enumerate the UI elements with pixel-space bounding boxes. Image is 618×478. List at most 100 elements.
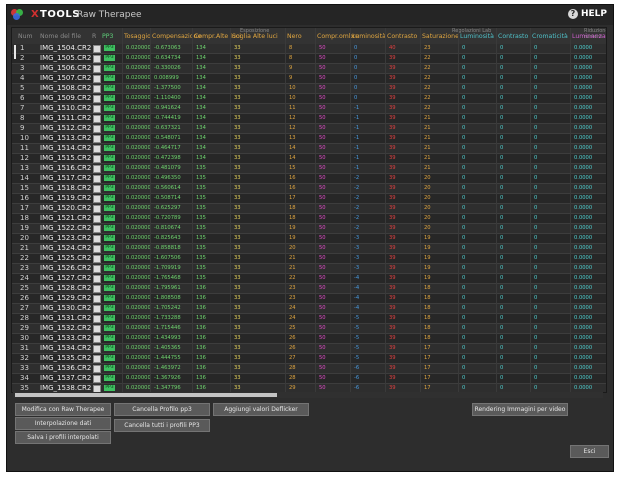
cell-cr[interactable]: 0 [534, 255, 537, 261]
cell-n[interactable]: 28 [289, 375, 296, 381]
cell-co[interactable]: 50 [319, 185, 326, 191]
cell-cr[interactable]: 0 [534, 145, 537, 151]
cell-lm[interactable]: 0.0000 [574, 205, 592, 211]
cell-t[interactable]: 0.020000 [126, 355, 151, 361]
cell-ll[interactable]: 0 [462, 205, 465, 211]
cell-co[interactable]: 50 [319, 45, 326, 51]
cell-hs[interactable]: 33 [234, 215, 241, 221]
cell-ha[interactable]: 134 [196, 75, 206, 81]
cell-hs[interactable]: 33 [234, 175, 241, 181]
cell-ha[interactable]: 135 [196, 225, 206, 231]
interpolazione-button[interactable]: Interpolazione dati [15, 417, 111, 430]
cell-cr[interactable]: 0 [534, 245, 537, 251]
cell-cr[interactable]: 0 [534, 115, 537, 121]
cell-l[interactable]: -2 [354, 215, 359, 221]
cell-lm[interactable]: 0.0000 [574, 385, 592, 391]
cell-ll[interactable]: 0 [462, 325, 465, 331]
cell-s[interactable]: 21 [424, 145, 431, 151]
cell-hs[interactable]: 33 [234, 55, 241, 61]
cell-co[interactable]: 50 [319, 325, 326, 331]
cell-s[interactable]: 18 [424, 325, 431, 331]
cell-lc[interactable]: 0 [500, 175, 503, 181]
cell-lc[interactable]: 0 [500, 255, 503, 261]
cell-ll[interactable]: 0 [462, 255, 465, 261]
cell-c[interactable]: -1.347796 [154, 385, 181, 391]
cell-ha[interactable]: 135 [196, 195, 206, 201]
cell-t[interactable]: 0.020000 [126, 145, 151, 151]
cell-l[interactable]: 0 [354, 45, 357, 51]
cell-n[interactable]: 21 [289, 265, 296, 271]
cell-ha[interactable]: 136 [196, 335, 206, 341]
cell-c[interactable]: -1.377500 [154, 85, 181, 91]
cell-s[interactable]: 17 [424, 355, 431, 361]
row-checkbox[interactable] [93, 105, 101, 113]
cell-l[interactable]: -5 [354, 345, 359, 351]
column-header[interactable]: Lu [606, 33, 607, 40]
cell-s[interactable]: 21 [424, 115, 431, 121]
cell-c[interactable]: -1.463972 [154, 365, 181, 371]
cell-n[interactable]: 12 [289, 115, 296, 121]
cell-ha[interactable]: 135 [196, 265, 206, 271]
row-checkbox[interactable] [93, 305, 101, 313]
cell-ha[interactable]: 135 [196, 185, 206, 191]
cell-s[interactable]: 21 [424, 165, 431, 171]
cell-co[interactable]: 50 [319, 245, 326, 251]
modifica-button[interactable]: Modifica con Raw Therapee [15, 403, 111, 416]
cell-t[interactable]: 0.020000 [126, 135, 151, 141]
cell-lm[interactable]: 0.0000 [574, 365, 592, 371]
cell-lc[interactable]: 0 [500, 305, 503, 311]
cell-co[interactable]: 50 [319, 215, 326, 221]
cell-n[interactable]: 27 [289, 355, 296, 361]
pp3-badge[interactable]: PP3 [104, 305, 115, 311]
cell-ct[interactable]: 39 [389, 205, 396, 211]
cell-cr[interactable]: 0 [534, 365, 537, 371]
cell-cr[interactable]: 0 [534, 225, 537, 231]
cell-c[interactable]: -0.637321 [154, 125, 181, 131]
cell-t[interactable]: 0.020000 [126, 305, 151, 311]
cell-l[interactable]: -2 [354, 195, 359, 201]
cell-n[interactable]: 18 [289, 205, 296, 211]
cell-co[interactable]: 50 [319, 165, 326, 171]
table-row[interactable]: 15 IMG_1518.CR2 PP3 0.020000 -0.560614 135 33 1… [12, 184, 606, 194]
cell-c[interactable]: -0.625297 [154, 205, 181, 211]
row-checkbox[interactable] [93, 55, 101, 63]
cell-l[interactable]: -1 [354, 155, 359, 161]
cell-c[interactable]: -1.110400 [154, 95, 181, 101]
cell-ct[interactable]: 39 [389, 245, 396, 251]
cell-n[interactable]: 13 [289, 135, 296, 141]
cell-ll[interactable]: 0 [462, 85, 465, 91]
cell-lc[interactable]: 0 [500, 115, 503, 121]
cell-ha[interactable]: 135 [196, 255, 206, 261]
cell-l[interactable]: -3 [354, 245, 359, 251]
cell-ha[interactable]: 134 [196, 85, 206, 91]
cell-n[interactable]: 19 [289, 225, 296, 231]
cell-lc[interactable]: 0 [500, 55, 503, 61]
cell-co[interactable]: 50 [319, 295, 326, 301]
pp3-badge[interactable]: PP3 [104, 325, 115, 331]
cell-ha[interactable]: 134 [196, 155, 206, 161]
cell-ha[interactable]: 136 [196, 305, 206, 311]
pp3-badge[interactable]: PP3 [104, 155, 115, 161]
pp3-badge[interactable]: PP3 [104, 355, 115, 361]
cell-t[interactable]: 0.020000 [126, 315, 151, 321]
cell-ct[interactable]: 39 [389, 75, 396, 81]
cell-hs[interactable]: 33 [234, 265, 241, 271]
cell-hs[interactable]: 33 [234, 115, 241, 121]
table-row[interactable]: 34 IMG_1537.CR2 PP3 0.020000 -1.367926 136 33 2… [12, 374, 606, 384]
cell-l[interactable]: -4 [354, 305, 359, 311]
table-row[interactable]: 1 IMG_1504.CR2 PP3 0.020000 -0.673063 134 33 8 5… [12, 44, 606, 54]
cell-t[interactable]: 0.020000 [126, 125, 151, 131]
cell-l[interactable]: 0 [354, 65, 357, 71]
cell-lm[interactable]: 0.0000 [574, 135, 592, 141]
cell-cr[interactable]: 0 [534, 315, 537, 321]
cell-t[interactable]: 0.020000 [126, 155, 151, 161]
cell-co[interactable]: 50 [319, 205, 326, 211]
cell-n[interactable]: 28 [289, 365, 296, 371]
cell-n[interactable]: 18 [289, 215, 296, 221]
cell-ha[interactable]: 136 [196, 295, 206, 301]
cell-s[interactable]: 17 [424, 365, 431, 371]
cell-ct[interactable]: 39 [389, 345, 396, 351]
cell-c[interactable]: -1.434993 [154, 335, 181, 341]
cell-co[interactable]: 50 [319, 225, 326, 231]
cell-n[interactable]: 25 [289, 325, 296, 331]
